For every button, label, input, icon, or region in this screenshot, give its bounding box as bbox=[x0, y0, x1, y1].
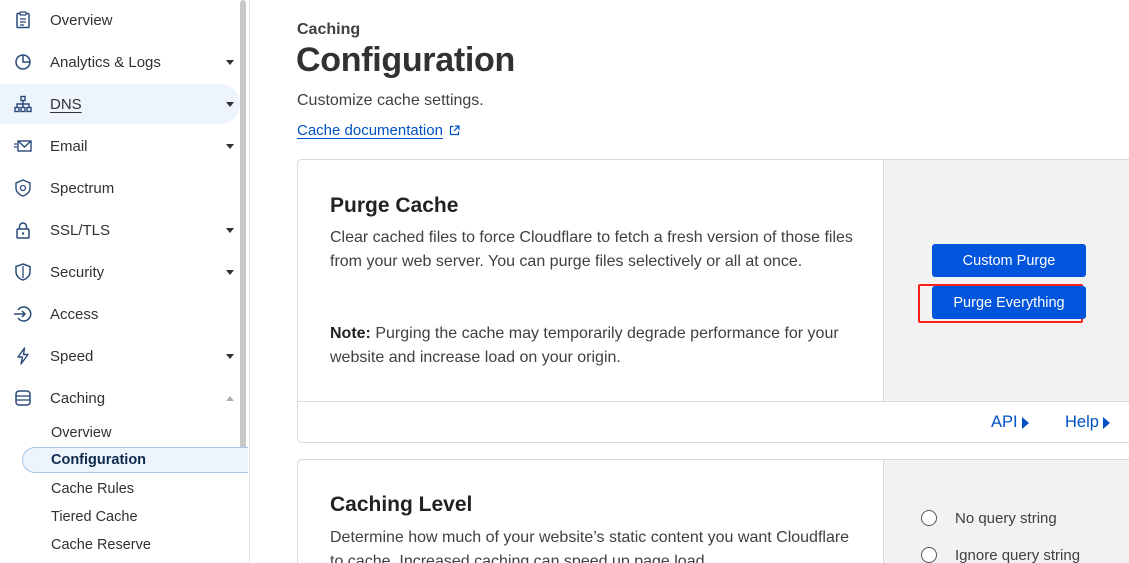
api-link-label: API bbox=[991, 413, 1018, 431]
purge-cache-note-label: Note: bbox=[330, 325, 371, 342]
purge-cache-card: Purge Cache Clear cached files to force … bbox=[297, 159, 1129, 443]
radio-button[interactable] bbox=[921, 547, 937, 563]
chevron-down-icon bbox=[226, 353, 234, 359]
radio-button[interactable] bbox=[921, 510, 937, 526]
sidebar-subitem-label: Overview bbox=[51, 425, 112, 441]
sidebar-item-spectrum[interactable]: Spectrum bbox=[0, 168, 240, 208]
clipboard-icon bbox=[14, 11, 32, 29]
access-arrow-icon bbox=[14, 305, 32, 323]
purge-cache-footer: API Help bbox=[298, 401, 1129, 442]
sidebar-item-label: Speed bbox=[50, 347, 94, 365]
sidebar-subitem-label: Cache Rules bbox=[51, 481, 135, 497]
sidebar: Overview Analytics & Logs DNS Email Spec… bbox=[0, 0, 250, 563]
chevron-up-icon bbox=[226, 395, 234, 401]
sidebar-item-label: Overview bbox=[50, 11, 113, 29]
sidebar-item-overview[interactable]: Overview bbox=[0, 0, 240, 40]
cache-documentation-link[interactable]: Cache documentation bbox=[297, 122, 460, 139]
sidebar-scrollbar[interactable] bbox=[240, 0, 246, 472]
sidebar-item-security[interactable]: Security bbox=[0, 252, 240, 292]
api-link[interactable]: API bbox=[991, 413, 1029, 432]
chart-pie-icon bbox=[14, 53, 32, 71]
caching-level-card: Caching Level Determine how much of your… bbox=[297, 459, 1129, 563]
sidebar-subitem-overview[interactable]: Overview bbox=[22, 420, 248, 446]
sidebar-item-caching[interactable]: Caching bbox=[0, 378, 240, 418]
sidebar-item-label: DNS bbox=[50, 95, 82, 113]
purge-cache-note-text: Purging the cache may temporarily degrad… bbox=[330, 325, 839, 366]
sidebar-item-label: Spectrum bbox=[50, 179, 115, 197]
sidebar-item-dns[interactable]: DNS bbox=[0, 84, 240, 124]
sidebar-item-label: Security bbox=[50, 263, 105, 281]
sidebar-subitem-tiered-cache[interactable]: Tiered Cache bbox=[22, 504, 248, 530]
lightning-icon bbox=[14, 347, 32, 365]
chevron-down-icon bbox=[226, 269, 234, 275]
sidebar-subitem-label: Configuration bbox=[51, 452, 147, 468]
spectrum-shield-icon bbox=[14, 179, 32, 197]
radio-label: No query string bbox=[955, 509, 1057, 527]
caret-right-icon bbox=[1021, 416, 1029, 429]
page-subtitle: Customize cache settings. bbox=[297, 92, 484, 109]
radio-no-query-string[interactable]: No query string bbox=[921, 510, 1057, 527]
sidebar-item-label: Email bbox=[50, 137, 88, 155]
sidebar-item-ssl-tls[interactable]: SSL/TLS bbox=[0, 210, 240, 250]
caret-right-icon bbox=[1102, 416, 1110, 429]
sidebar-subitem-label: Cache Reserve bbox=[51, 537, 151, 553]
radio-ignore-query-string[interactable]: Ignore query string bbox=[921, 547, 1080, 563]
purge-everything-button[interactable]: Purge Everything bbox=[932, 286, 1086, 319]
caching-level-description: Determine how much of your website’s sta… bbox=[330, 529, 850, 563]
chevron-down-icon bbox=[226, 143, 234, 149]
help-link[interactable]: Help bbox=[1065, 413, 1110, 432]
sidebar-item-analytics[interactable]: Analytics & Logs bbox=[0, 42, 240, 82]
sidebar-subitem-configuration[interactable]: Configuration bbox=[22, 447, 248, 473]
sidebar-subitem-label: Tiered Cache bbox=[51, 509, 138, 525]
sidebar-item-speed[interactable]: Speed bbox=[0, 336, 240, 376]
main-content: Caching Configuration Customize cache se… bbox=[250, 0, 1129, 563]
sidebar-item-label: Access bbox=[50, 305, 99, 323]
purge-cache-note: Note: Purging the cache may temporarily … bbox=[330, 322, 855, 370]
page-eyebrow: Caching bbox=[297, 21, 361, 38]
radio-label: Ignore query string bbox=[955, 546, 1081, 563]
cache-documentation-label: Cache documentation bbox=[297, 122, 443, 139]
sidebar-item-label: Analytics & Logs bbox=[50, 53, 161, 71]
external-link-icon bbox=[449, 125, 460, 136]
purge-cache-description: Clear cached files to force Cloudflare t… bbox=[330, 229, 853, 270]
lock-icon bbox=[14, 221, 32, 239]
sidebar-item-access[interactable]: Access bbox=[0, 294, 240, 334]
sidebar-item-email[interactable]: Email bbox=[0, 126, 240, 166]
custom-purge-button[interactable]: Custom Purge bbox=[932, 244, 1086, 277]
database-icon bbox=[14, 389, 32, 407]
sidebar-subitem-cache-rules[interactable]: Cache Rules bbox=[22, 476, 248, 502]
envelope-icon bbox=[14, 137, 32, 155]
page-title: Configuration bbox=[296, 41, 515, 79]
network-icon bbox=[14, 95, 32, 113]
caching-level-title: Caching Level bbox=[330, 493, 473, 516]
sidebar-subitem-cache-reserve[interactable]: Cache Reserve bbox=[22, 532, 248, 558]
help-link-label: Help bbox=[1065, 413, 1099, 431]
purge-cache-title: Purge Cache bbox=[330, 194, 459, 217]
shield-icon bbox=[14, 263, 32, 281]
sidebar-item-label: Caching bbox=[50, 389, 106, 407]
chevron-down-icon bbox=[226, 59, 234, 65]
chevron-down-icon bbox=[226, 101, 234, 107]
sidebar-item-label: SSL/TLS bbox=[50, 221, 111, 239]
chevron-down-icon bbox=[226, 227, 234, 233]
